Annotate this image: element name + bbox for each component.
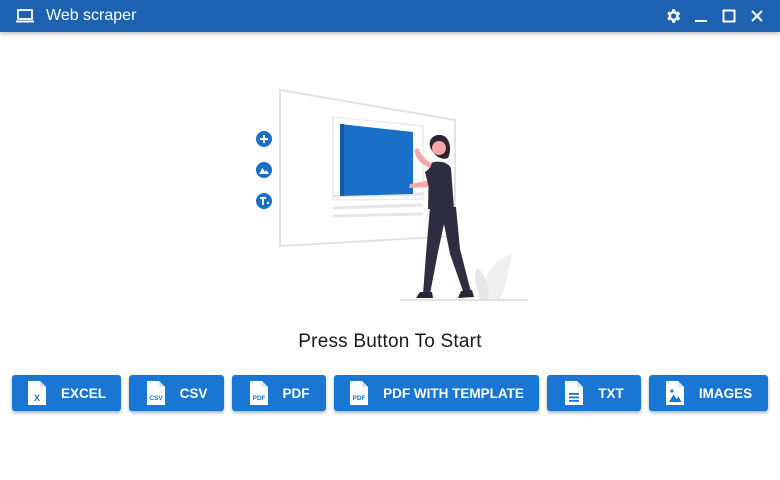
pdf-file-icon: PDF bbox=[349, 381, 369, 405]
pdf-icon-text: PDF bbox=[252, 395, 265, 402]
pdf-label: PDF bbox=[282, 385, 310, 401]
laptop-icon bbox=[14, 5, 36, 27]
excel-button[interactable]: X EXCEL bbox=[12, 375, 121, 411]
maximize-icon[interactable] bbox=[716, 3, 742, 29]
pdf-template-icon-text: PDF bbox=[353, 395, 366, 402]
minimize-icon[interactable] bbox=[688, 3, 714, 29]
excel-icon-text: X bbox=[34, 393, 40, 403]
pdf-file-icon: PDF bbox=[249, 381, 269, 405]
txt-button[interactable]: TXT bbox=[547, 375, 641, 411]
window-title: Web scraper bbox=[46, 7, 137, 24]
images-button[interactable]: IMAGES bbox=[649, 375, 768, 411]
excel-label: EXCEL bbox=[60, 385, 106, 401]
close-icon[interactable] bbox=[744, 3, 770, 29]
images-label: IMAGES bbox=[698, 385, 753, 401]
presentation-illustration bbox=[250, 84, 530, 304]
prompt-text: Press Button To Start bbox=[298, 331, 482, 352]
pdf-with-template-label: PDF WITH TEMPLATE bbox=[383, 385, 524, 401]
csv-file-icon: CSV bbox=[146, 381, 166, 405]
csv-icon-text: CSV bbox=[149, 395, 163, 402]
window-controls bbox=[658, 0, 770, 32]
image-file-icon bbox=[665, 381, 685, 405]
pdf-button[interactable]: PDF PDF bbox=[232, 375, 326, 411]
settings-icon[interactable] bbox=[660, 3, 686, 29]
txt-label: TXT bbox=[598, 385, 624, 401]
csv-label: CSV bbox=[179, 385, 208, 401]
text-file-icon bbox=[564, 381, 584, 405]
csv-button[interactable]: CSV CSV bbox=[129, 375, 224, 411]
title-bar: Web scraper bbox=[0, 0, 780, 32]
excel-file-icon: X bbox=[27, 381, 47, 405]
pdf-with-template-button[interactable]: PDF PDF WITH TEMPLATE bbox=[334, 375, 539, 411]
